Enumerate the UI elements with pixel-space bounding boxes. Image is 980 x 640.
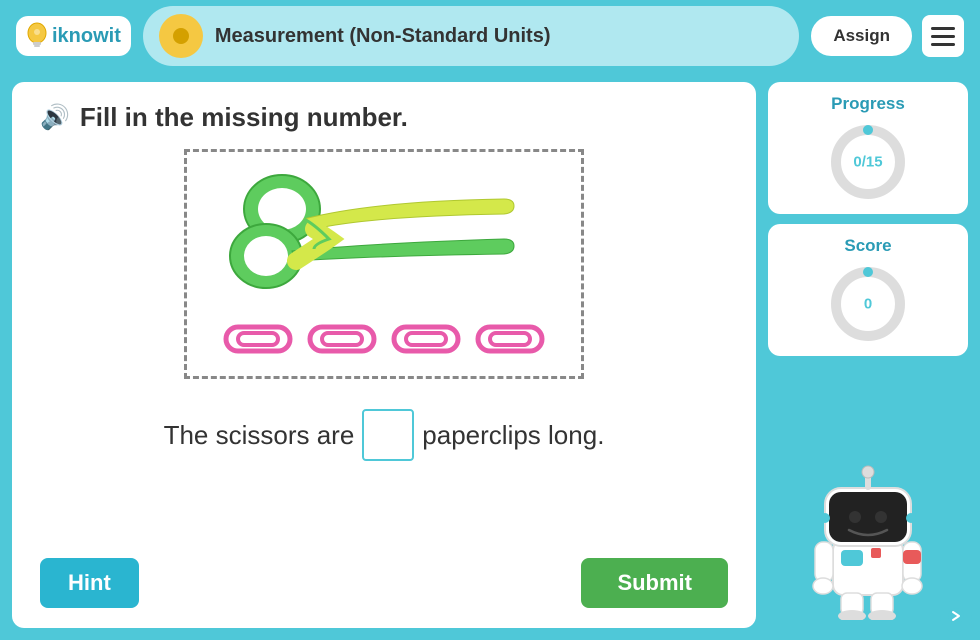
menu-line-2 bbox=[931, 35, 955, 38]
sidebar: Progress 0/15 Score 0 bbox=[768, 82, 968, 628]
header: iknowit Measurement (Non-Standard Units)… bbox=[0, 0, 980, 72]
speaker-icon[interactable]: 🔊 bbox=[40, 103, 70, 132]
scissors-image bbox=[214, 171, 524, 301]
menu-line-3 bbox=[931, 43, 955, 46]
progress-ring: 0/15 bbox=[828, 122, 908, 202]
sentence-before: The scissors are bbox=[164, 420, 355, 451]
menu-line-1 bbox=[931, 27, 955, 30]
bottom-buttons: Hint Submit bbox=[40, 558, 728, 608]
logo-text: iknowit bbox=[52, 25, 121, 48]
hint-button[interactable]: Hint bbox=[40, 558, 139, 608]
robot-mascot bbox=[803, 366, 933, 628]
progress-value: 0/15 bbox=[853, 154, 882, 171]
title-badge: Measurement (Non-Standard Units) bbox=[143, 6, 799, 66]
logo: iknowit bbox=[16, 16, 131, 56]
score-value: 0 bbox=[864, 296, 872, 313]
progress-label: Progress bbox=[831, 94, 905, 114]
submit-button[interactable]: Submit bbox=[581, 558, 728, 608]
paperclips-row bbox=[222, 321, 546, 357]
question-header: 🔊 Fill in the missing number. bbox=[40, 102, 728, 133]
bulb-icon bbox=[26, 22, 48, 50]
score-ring: 0 bbox=[828, 264, 908, 344]
measurement-image bbox=[184, 149, 584, 379]
instruction-text: Fill in the missing number. bbox=[80, 102, 408, 133]
assign-button[interactable]: Assign bbox=[811, 16, 912, 56]
sentence-after: paperclips long. bbox=[422, 420, 604, 451]
progress-card: Progress 0/15 bbox=[768, 82, 968, 214]
answer-input[interactable] bbox=[362, 409, 414, 461]
score-card: Score 0 bbox=[768, 224, 968, 356]
sentence-area: The scissors are paperclips long. bbox=[40, 409, 728, 461]
nav-arrow-button[interactable] bbox=[940, 600, 972, 632]
menu-button[interactable] bbox=[922, 15, 964, 57]
scissors-container bbox=[214, 171, 554, 311]
title-circle-icon bbox=[159, 14, 203, 58]
paperclip-1 bbox=[222, 321, 294, 357]
lesson-title: Measurement (Non-Standard Units) bbox=[215, 25, 551, 48]
paperclip-2 bbox=[306, 321, 378, 357]
score-label: Score bbox=[844, 236, 891, 256]
header-controls: Assign bbox=[811, 15, 964, 57]
arrow-right-icon bbox=[948, 608, 964, 624]
main-layout: 🔊 Fill in the missing number. bbox=[0, 72, 980, 640]
robot-image bbox=[803, 460, 933, 620]
paperclip-4 bbox=[474, 321, 546, 357]
paperclip-3 bbox=[390, 321, 462, 357]
question-panel: 🔊 Fill in the missing number. bbox=[12, 82, 756, 628]
